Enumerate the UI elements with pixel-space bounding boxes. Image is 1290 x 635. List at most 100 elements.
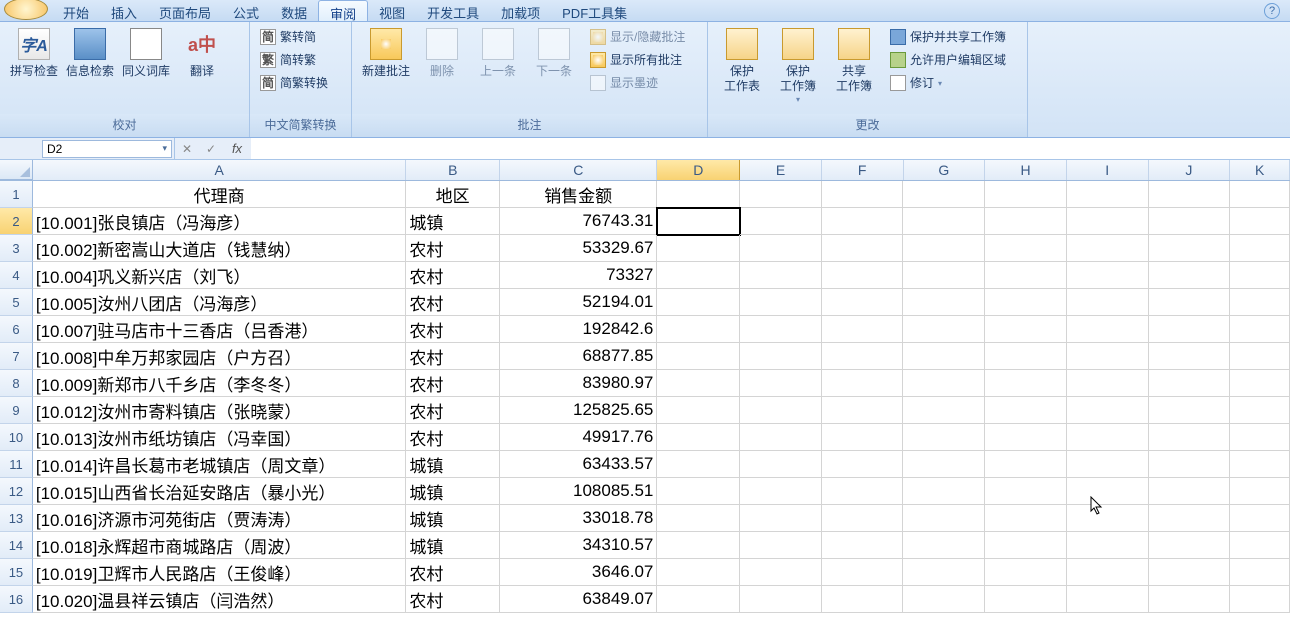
col-header-E[interactable]: E <box>740 160 822 180</box>
chinese-conv-button[interactable]: 简简繁转换 <box>260 74 328 91</box>
formula-input[interactable] <box>251 138 1290 159</box>
cell[interactable]: 76743.31 <box>500 208 657 235</box>
cell[interactable]: 农村 <box>406 397 500 424</box>
cell[interactable] <box>740 424 822 451</box>
row-header[interactable]: 1 <box>0 181 33 208</box>
cell[interactable] <box>1067 397 1149 424</box>
cell[interactable] <box>1149 397 1231 424</box>
cell[interactable] <box>1230 397 1290 424</box>
cell[interactable] <box>1149 262 1231 289</box>
cell[interactable] <box>740 478 822 505</box>
cell[interactable] <box>1067 343 1149 370</box>
cell[interactable] <box>822 586 904 613</box>
cell[interactable] <box>1067 505 1149 532</box>
cell[interactable] <box>1067 181 1149 208</box>
cell[interactable] <box>657 343 740 370</box>
cell[interactable] <box>822 559 904 586</box>
cell[interactable] <box>985 559 1067 586</box>
row-header[interactable]: 6 <box>0 316 33 343</box>
cell[interactable] <box>1230 343 1290 370</box>
cell[interactable] <box>1230 181 1290 208</box>
cell[interactable]: [10.009]新郑市八千乡店（李冬冬） <box>33 370 406 397</box>
cell[interactable]: 城镇 <box>406 532 500 559</box>
col-header-G[interactable]: G <box>904 160 986 180</box>
cell[interactable] <box>1149 424 1231 451</box>
spellcheck-button[interactable]: 字A拼写检查 <box>6 26 62 79</box>
cell[interactable] <box>822 181 904 208</box>
cell[interactable]: 125825.65 <box>500 397 657 424</box>
cell[interactable]: [10.014]许昌长葛市老城镇店（周文章） <box>33 451 406 478</box>
cell[interactable] <box>1067 289 1149 316</box>
cell[interactable] <box>822 478 904 505</box>
track-changes-button[interactable]: 修订 ▾ <box>890 74 1006 91</box>
cell[interactable]: 52194.01 <box>500 289 657 316</box>
cell[interactable] <box>657 289 740 316</box>
share-workbook-button[interactable]: 共享 工作簿 <box>826 26 882 94</box>
tab-2[interactable]: 页面布局 <box>148 0 222 21</box>
cell[interactable] <box>1230 370 1290 397</box>
cell[interactable]: 农村 <box>406 235 500 262</box>
research-button[interactable]: 信息检索 <box>62 26 118 79</box>
cell[interactable]: 33018.78 <box>500 505 657 532</box>
cell[interactable] <box>903 397 985 424</box>
cell[interactable]: 农村 <box>406 343 500 370</box>
cell[interactable]: [10.019]卫辉市人民路店（王俊峰） <box>33 559 406 586</box>
cell[interactable]: [10.004]巩义新兴店（刘飞） <box>33 262 406 289</box>
cell[interactable] <box>740 451 822 478</box>
row-header[interactable]: 15 <box>0 559 33 586</box>
cell[interactable]: 53329.67 <box>500 235 657 262</box>
cell[interactable] <box>657 208 740 235</box>
tab-9[interactable]: PDF工具集 <box>551 0 638 21</box>
cell[interactable]: [10.020]温县祥云镇店（闫浩然） <box>33 586 406 613</box>
tab-0[interactable]: 开始 <box>52 0 100 21</box>
cell[interactable] <box>903 208 985 235</box>
trad-to-simp-button[interactable]: 简繁转简 <box>260 28 328 45</box>
cell[interactable]: 农村 <box>406 316 500 343</box>
select-all-corner[interactable] <box>0 160 33 180</box>
fx-icon[interactable]: fx <box>223 138 251 159</box>
cell[interactable] <box>903 316 985 343</box>
cell[interactable] <box>1230 289 1290 316</box>
cell[interactable] <box>985 451 1067 478</box>
cell[interactable]: 农村 <box>406 370 500 397</box>
cell[interactable] <box>1230 532 1290 559</box>
cell[interactable] <box>985 586 1067 613</box>
cell[interactable] <box>657 505 740 532</box>
cell[interactable] <box>740 505 822 532</box>
col-header-J[interactable]: J <box>1149 160 1231 180</box>
cell[interactable] <box>903 586 985 613</box>
cell[interactable]: [10.007]驻马店市十三香店（吕香港） <box>33 316 406 343</box>
cell[interactable] <box>1230 451 1290 478</box>
cell[interactable] <box>822 316 904 343</box>
help-icon[interactable]: ? <box>1264 3 1280 19</box>
cell[interactable] <box>903 343 985 370</box>
cell[interactable]: 城镇 <box>406 208 500 235</box>
cell[interactable] <box>822 289 904 316</box>
cell[interactable]: 83980.97 <box>500 370 657 397</box>
cell[interactable] <box>1230 316 1290 343</box>
cell[interactable] <box>740 316 822 343</box>
cell[interactable] <box>657 586 740 613</box>
cell[interactable] <box>740 370 822 397</box>
cell[interactable] <box>822 424 904 451</box>
cell[interactable] <box>822 397 904 424</box>
cell[interactable]: 63849.07 <box>500 586 657 613</box>
cell[interactable] <box>740 343 822 370</box>
cell[interactable] <box>657 478 740 505</box>
cell[interactable] <box>1067 262 1149 289</box>
cell[interactable] <box>740 532 822 559</box>
col-header-F[interactable]: F <box>822 160 904 180</box>
cell[interactable]: [10.018]永辉超市商城路店（周波） <box>33 532 406 559</box>
cell[interactable] <box>1067 235 1149 262</box>
cell[interactable] <box>740 397 822 424</box>
cell[interactable] <box>657 370 740 397</box>
cell[interactable] <box>1067 586 1149 613</box>
cell[interactable] <box>657 181 740 208</box>
row-header[interactable]: 13 <box>0 505 33 532</box>
cell[interactable]: 农村 <box>406 262 500 289</box>
name-box[interactable]: D2 <box>42 140 172 158</box>
cell[interactable] <box>1230 424 1290 451</box>
col-header-D[interactable]: D <box>657 160 740 180</box>
cell[interactable] <box>740 586 822 613</box>
thesaurus-button[interactable]: 同义词库 <box>118 26 174 79</box>
